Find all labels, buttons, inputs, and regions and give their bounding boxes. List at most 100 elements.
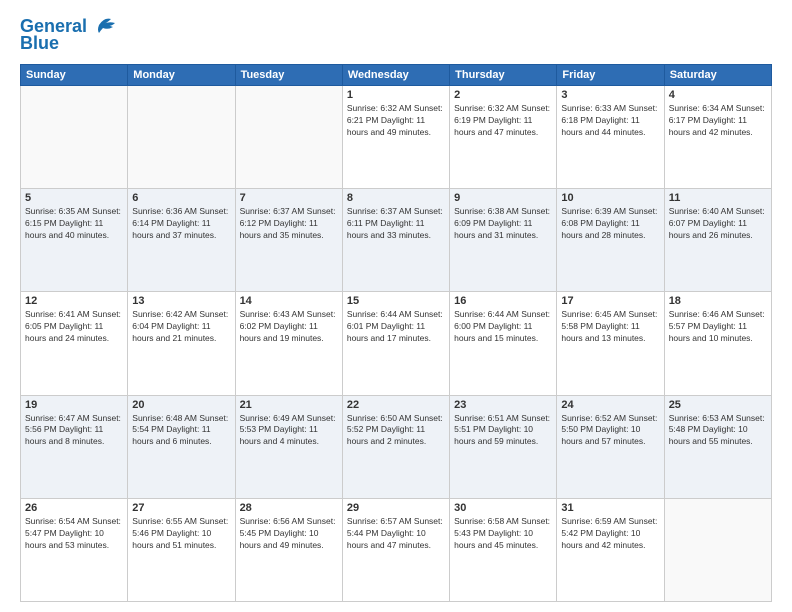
day-info: Sunrise: 6:57 AM Sunset: 5:44 PM Dayligh… (347, 516, 445, 552)
day-number: 2 (454, 89, 552, 101)
calendar-cell: 18Sunrise: 6:46 AM Sunset: 5:57 PM Dayli… (664, 292, 771, 395)
calendar-cell (235, 86, 342, 189)
calendar-cell: 7 Sunrise: 6:37 AM Sunset: 6:12 PM Daylig… (235, 189, 342, 292)
day-info: Sunrise: 6:35 AM Sunset: 6:15 PM Dayligh… (25, 206, 123, 242)
calendar-cell: 15 Sunrise: 6:44 AM Sunset: 6:01 PM Dayli… (342, 292, 449, 395)
calendar-cell: 26 Sunrise: 6:54 AM Sunset: 5:47 PM Dayli… (21, 498, 128, 601)
day-number: 29 (347, 502, 445, 514)
calendar-cell: 3 Sunrise: 6:33 AM Sunset: 6:18 PM Daylig… (557, 86, 664, 189)
calendar-cell: 19Sunrise: 6:47 AM Sunset: 5:56 PM Dayli… (21, 395, 128, 498)
logo-blue: Blue (20, 33, 59, 54)
day-info: Sunrise: 6:45 AM Sunset: 5:58 PM Dayligh… (561, 309, 659, 345)
day-number: 17 (561, 295, 659, 307)
page: General Blue SundayMondayTuesdayWednesda… (0, 0, 792, 612)
weekday-header: Saturday (664, 65, 771, 86)
day-number: 18 (669, 295, 767, 307)
day-number: 21 (240, 399, 338, 411)
day-number: 6 (132, 192, 230, 204)
day-number: 14 (240, 295, 338, 307)
day-number: 30 (454, 502, 552, 514)
calendar-cell: 21 Sunrise: 6:49 AM Sunset: 5:53 PM Dayli… (235, 395, 342, 498)
weekday-header: Thursday (450, 65, 557, 86)
calendar-cell: 4 Sunrise: 6:34 AM Sunset: 6:17 PM Daylig… (664, 86, 771, 189)
calendar-cell: 9 Sunrise: 6:38 AM Sunset: 6:09 PM Daylig… (450, 189, 557, 292)
weekday-header-row: SundayMondayTuesdayWednesdayThursdayFrid… (21, 65, 772, 86)
day-number: 24 (561, 399, 659, 411)
day-info: Sunrise: 6:44 AM Sunset: 6:01 PM Dayligh… (347, 309, 445, 345)
day-number: 9 (454, 192, 552, 204)
calendar-cell (21, 86, 128, 189)
calendar-cell: 5 Sunrise: 6:35 AM Sunset: 6:15 PM Daylig… (21, 189, 128, 292)
day-number: 22 (347, 399, 445, 411)
calendar-cell: 27Sunrise: 6:55 AM Sunset: 5:46 PM Dayli… (128, 498, 235, 601)
day-number: 4 (669, 89, 767, 101)
calendar-cell: 17 Sunrise: 6:45 AM Sunset: 5:58 PM Dayli… (557, 292, 664, 395)
day-number: 8 (347, 192, 445, 204)
day-number: 12 (25, 295, 123, 307)
day-info: Sunrise: 6:42 AM Sunset: 6:04 PM Dayligh… (132, 309, 230, 345)
calendar-week-row: 26 Sunrise: 6:54 AM Sunset: 5:47 PM Dayli… (21, 498, 772, 601)
day-info: Sunrise: 6:32 AM Sunset: 6:21 PM Dayligh… (347, 103, 445, 139)
day-number: 20 (132, 399, 230, 411)
day-info: Sunrise: 6:56 AM Sunset: 5:45 PM Dayligh… (240, 516, 338, 552)
day-info: Sunrise: 6:38 AM Sunset: 6:09 PM Dayligh… (454, 206, 552, 242)
day-number: 16 (454, 295, 552, 307)
day-number: 25 (669, 399, 767, 411)
day-number: 5 (25, 192, 123, 204)
calendar-cell (664, 498, 771, 601)
day-number: 3 (561, 89, 659, 101)
calendar-cell: 12 Sunrise: 6:41 AM Sunset: 6:05 PM Dayli… (21, 292, 128, 395)
weekday-header: Monday (128, 65, 235, 86)
calendar-cell: 6 Sunrise: 6:36 AM Sunset: 6:14 PM Daylig… (128, 189, 235, 292)
day-info: Sunrise: 6:43 AM Sunset: 6:02 PM Dayligh… (240, 309, 338, 345)
day-info: Sunrise: 6:54 AM Sunset: 5:47 PM Dayligh… (25, 516, 123, 552)
calendar-cell: 24Sunrise: 6:52 AM Sunset: 5:50 PM Dayli… (557, 395, 664, 498)
day-number: 31 (561, 502, 659, 514)
calendar-cell: 22 Sunrise: 6:50 AM Sunset: 5:52 PM Dayli… (342, 395, 449, 498)
calendar-cell: 10 Sunrise: 6:39 AM Sunset: 6:08 PM Dayli… (557, 189, 664, 292)
day-info: Sunrise: 6:39 AM Sunset: 6:08 PM Dayligh… (561, 206, 659, 242)
calendar-week-row: 12 Sunrise: 6:41 AM Sunset: 6:05 PM Dayli… (21, 292, 772, 395)
day-info: Sunrise: 6:51 AM Sunset: 5:51 PM Dayligh… (454, 413, 552, 449)
day-number: 28 (240, 502, 338, 514)
day-info: Sunrise: 6:41 AM Sunset: 6:05 PM Dayligh… (25, 309, 123, 345)
calendar-cell: 29 Sunrise: 6:57 AM Sunset: 5:44 PM Dayli… (342, 498, 449, 601)
calendar-cell: 13 Sunrise: 6:42 AM Sunset: 6:04 PM Dayli… (128, 292, 235, 395)
weekday-header: Sunday (21, 65, 128, 86)
day-info: Sunrise: 6:32 AM Sunset: 6:19 PM Dayligh… (454, 103, 552, 139)
day-info: Sunrise: 6:44 AM Sunset: 6:00 PM Dayligh… (454, 309, 552, 345)
day-info: Sunrise: 6:40 AM Sunset: 6:07 PM Dayligh… (669, 206, 767, 242)
calendar-cell: 8Sunrise: 6:37 AM Sunset: 6:11 PM Daylig… (342, 189, 449, 292)
day-number: 19 (25, 399, 123, 411)
calendar-cell: 16 Sunrise: 6:44 AM Sunset: 6:00 PM Dayli… (450, 292, 557, 395)
calendar-cell (128, 86, 235, 189)
day-info: Sunrise: 6:50 AM Sunset: 5:52 PM Dayligh… (347, 413, 445, 449)
day-number: 11 (669, 192, 767, 204)
day-info: Sunrise: 6:49 AM Sunset: 5:53 PM Dayligh… (240, 413, 338, 449)
calendar-cell: 28 Sunrise: 6:56 AM Sunset: 5:45 PM Dayli… (235, 498, 342, 601)
weekday-header: Wednesday (342, 65, 449, 86)
day-number: 10 (561, 192, 659, 204)
day-info: Sunrise: 6:55 AM Sunset: 5:46 PM Dayligh… (132, 516, 230, 552)
day-number: 26 (25, 502, 123, 514)
day-info: Sunrise: 6:36 AM Sunset: 6:14 PM Dayligh… (132, 206, 230, 242)
calendar-week-row: 5 Sunrise: 6:35 AM Sunset: 6:15 PM Daylig… (21, 189, 772, 292)
day-number: 13 (132, 295, 230, 307)
calendar-week-row: 1 Sunrise: 6:32 AM Sunset: 6:21 PM Daylig… (21, 86, 772, 189)
calendar-cell: 30 Sunrise: 6:58 AM Sunset: 5:43 PM Dayli… (450, 498, 557, 601)
day-info: Sunrise: 6:33 AM Sunset: 6:18 PM Dayligh… (561, 103, 659, 139)
calendar-table: SundayMondayTuesdayWednesdayThursdayFrid… (20, 64, 772, 602)
weekday-header: Tuesday (235, 65, 342, 86)
weekday-header: Friday (557, 65, 664, 86)
day-number: 23 (454, 399, 552, 411)
calendar-cell: 2 Sunrise: 6:32 AM Sunset: 6:19 PM Daylig… (450, 86, 557, 189)
calendar-cell: 11 Sunrise: 6:40 AM Sunset: 6:07 PM Dayli… (664, 189, 771, 292)
day-info: Sunrise: 6:53 AM Sunset: 5:48 PM Dayligh… (669, 413, 767, 449)
day-number: 1 (347, 89, 445, 101)
day-number: 15 (347, 295, 445, 307)
day-info: Sunrise: 6:37 AM Sunset: 6:12 PM Dayligh… (240, 206, 338, 242)
day-info: Sunrise: 6:59 AM Sunset: 5:42 PM Dayligh… (561, 516, 659, 552)
day-info: Sunrise: 6:58 AM Sunset: 5:43 PM Dayligh… (454, 516, 552, 552)
day-info: Sunrise: 6:34 AM Sunset: 6:17 PM Dayligh… (669, 103, 767, 139)
day-number: 7 (240, 192, 338, 204)
